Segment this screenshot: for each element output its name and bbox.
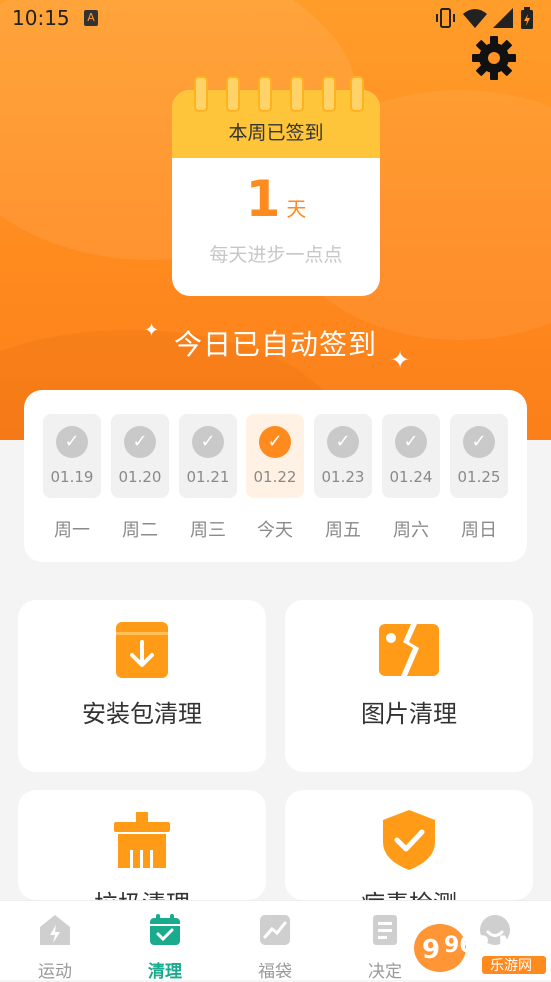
calendar-ring (258, 76, 272, 112)
check-icon: ✓ (192, 426, 224, 458)
auto-signin-text: 今日已自动签到 (173, 328, 377, 361)
week-day[interactable]: ✓ 01.20 周二 (111, 414, 169, 542)
day-date: 01.25 (457, 468, 501, 486)
check-icon: ✓ (124, 426, 156, 458)
package-download-icon (116, 622, 168, 678)
week-day[interactable]: ✓ 01.23 周五 (314, 414, 372, 542)
virus-scan-tile[interactable]: 病毒检测 (285, 790, 533, 918)
calendar-ring (350, 76, 364, 112)
calendar-ring (194, 76, 208, 112)
sparkle-icon: ✦ (390, 346, 411, 374)
notification-app-icon: A (84, 10, 98, 26)
week-day[interactable]: ✓ 01.25 周日 (450, 414, 508, 542)
week-checkin-card: ✓ 01.19 周一 ✓ 01.20 周二 ✓ 01.21 周三 ✓ 01.22… (24, 390, 527, 562)
day-label: 周日 (461, 520, 497, 541)
weekly-checkin-calendar: 本周已签到 1天 每天进步一点点 (172, 76, 380, 296)
day-box: ✓ 01.23 (314, 414, 372, 498)
day-label: 周一 (54, 520, 90, 541)
week-day[interactable]: ✓ 01.19 周一 (43, 414, 101, 542)
day-box: ✓ 01.21 (179, 414, 237, 498)
tile-label: 安装包清理 (82, 700, 202, 728)
day-label: 周六 (393, 520, 429, 541)
broken-image-icon (379, 624, 439, 676)
calendar-subtitle: 每天进步一点点 (209, 244, 343, 266)
day-box: ✓ 01.25 (450, 414, 508, 498)
check-icon: ✓ (327, 426, 359, 458)
calendar-ring (322, 76, 336, 112)
settings-gear-icon[interactable] (470, 34, 518, 82)
watermark-text: 乐游网 (490, 958, 532, 974)
watermark-text: 962.NET (444, 933, 547, 958)
day-box: ✓ 01.22 (246, 414, 304, 498)
calendar-ring (290, 76, 304, 112)
day-box: ✓ 01.19 (43, 414, 101, 498)
day-box: ✓ 01.24 (382, 414, 440, 498)
tab-sport[interactable]: 运动 (20, 909, 90, 982)
tab-lucky-bag[interactable]: 福袋 (240, 909, 310, 982)
status-icons (436, 7, 533, 29)
tile-label: 图片清理 (361, 700, 457, 728)
tab-label: 运动 (38, 962, 72, 982)
day-date: 01.24 (389, 468, 433, 486)
day-label: 周二 (122, 520, 158, 541)
image-clean-tile[interactable]: 图片清理 (285, 600, 533, 772)
day-label: 今天 (257, 520, 293, 541)
check-icon: ✓ (463, 426, 495, 458)
checkin-days-count: 1天 (172, 170, 380, 228)
week-day[interactable]: ✓ 01.24 周六 (382, 414, 440, 542)
wifi-icon (463, 9, 487, 28)
shield-check-icon (383, 810, 435, 870)
day-label: 周五 (325, 520, 361, 541)
trend-icon (260, 915, 290, 945)
status-bar: 10:15 A (0, 0, 551, 38)
site-watermark-logo: 9 962.NET 乐游网 (414, 924, 547, 974)
day-date: 01.21 (186, 468, 230, 486)
calendar-title: 本周已签到 (228, 122, 324, 144)
week-day[interactable]: ✓ 01.21 周三 (179, 414, 237, 542)
tab-clean[interactable]: 清理 (130, 909, 200, 982)
days-unit: 天 (286, 197, 307, 221)
check-icon: ✓ (395, 426, 427, 458)
tab-label: 福袋 (258, 962, 292, 982)
battery-icon (521, 7, 533, 29)
signal-icon (493, 8, 513, 28)
run-icon (40, 915, 70, 945)
check-icon: ✓ (56, 426, 88, 458)
tab-label: 清理 (148, 962, 182, 982)
day-box: ✓ 01.20 (111, 414, 169, 498)
calendar-ring (226, 76, 240, 112)
day-date: 01.23 (321, 468, 365, 486)
day-date: 01.20 (118, 468, 162, 486)
check-icon: ✓ (259, 426, 291, 458)
day-date: 01.19 (50, 468, 94, 486)
week-day-today[interactable]: ✓ 01.22 今天 (246, 414, 304, 542)
calendar-check-icon (150, 914, 180, 945)
days-number: 1 (245, 170, 281, 228)
document-icon (373, 915, 397, 945)
day-label: 周三 (190, 520, 226, 541)
svg-text:9: 9 (422, 935, 440, 965)
package-clean-tile[interactable]: 安装包清理 (18, 600, 266, 772)
day-date: 01.22 (253, 468, 297, 486)
junk-clean-tile[interactable]: 垃圾清理 (18, 790, 266, 918)
status-time: 10:15 (12, 6, 70, 30)
vibrate-icon (436, 8, 455, 28)
broom-icon (114, 812, 170, 868)
